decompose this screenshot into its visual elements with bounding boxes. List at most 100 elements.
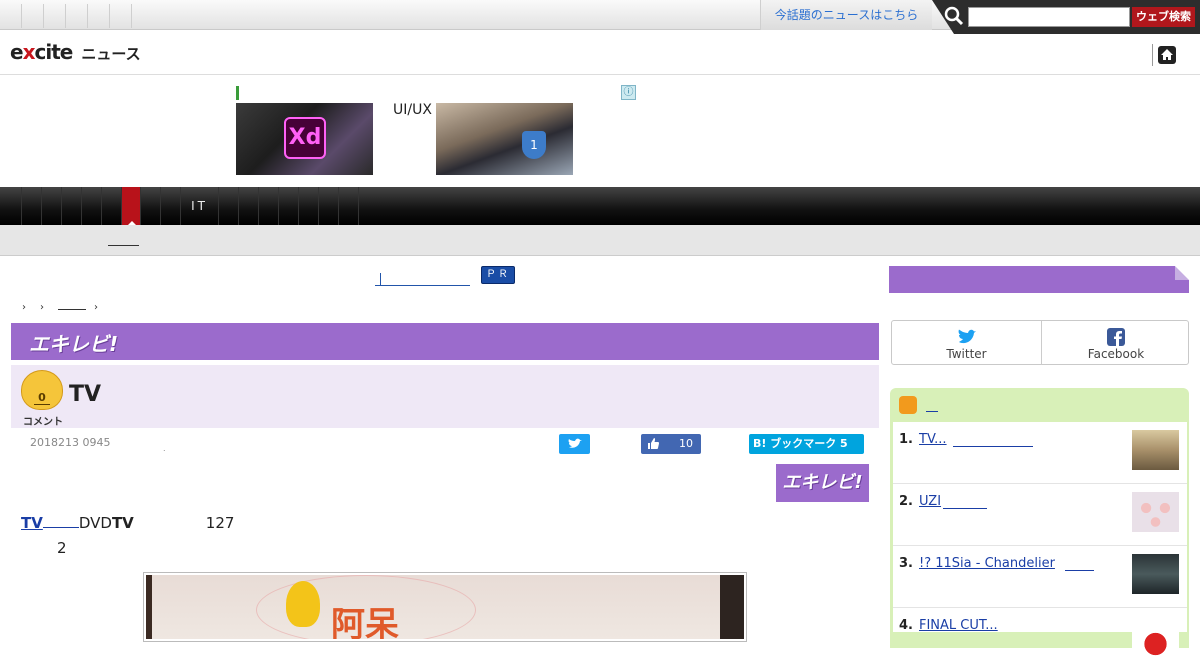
- web-search-button[interactable]: ウェブ検索: [1132, 7, 1195, 27]
- body-link-tv[interactable]: TV: [21, 514, 43, 532]
- ranking-link[interactable]: UZI: [919, 494, 941, 509]
- article-photo[interactable]: 阿呆: [143, 572, 747, 642]
- facebook-like-button[interactable]: 10: [641, 434, 701, 454]
- exciteReview-logo[interactable]: エキレビ!: [29, 328, 118, 357]
- ranking-thumbnail[interactable]: [1132, 430, 1179, 470]
- ad-marker: [236, 86, 239, 100]
- ranking-link[interactable]: !? 11Sia - Chandelier: [919, 556, 1055, 571]
- ranking-item[interactable]: 4. FINAL CUT...: [893, 608, 1187, 670]
- nav-item[interactable]: [319, 187, 339, 225]
- nav-item[interactable]: [22, 187, 42, 225]
- ad-image-xd[interactable]: Xd: [236, 103, 373, 175]
- hatena-bookmark-button[interactable]: B! ブックマーク 5: [749, 434, 864, 454]
- ranking-thumbnail[interactable]: [1132, 554, 1179, 594]
- ad-image-security[interactable]: 1: [436, 103, 573, 175]
- article-date: 2018213 0945: [30, 436, 111, 449]
- nav-item[interactable]: [239, 187, 259, 225]
- excite-news-logo[interactable]: excite ニュース: [10, 40, 141, 64]
- twitter-share-button[interactable]: [559, 434, 590, 454]
- breadcrumb: › › ›: [22, 301, 112, 313]
- photo-edge-left: [146, 575, 152, 639]
- pr-badge: ＰＲ: [481, 266, 515, 284]
- ranking-item[interactable]: 2. UZI: [893, 484, 1187, 546]
- ranking-link[interactable]: FINAL CUT...: [919, 618, 998, 633]
- shield-icon: 1: [522, 131, 546, 159]
- nav-item[interactable]: [62, 187, 82, 225]
- ranking-thumbnail[interactable]: [1132, 616, 1179, 656]
- ranking-title-link[interactable]: [926, 397, 938, 412]
- nav-item-active[interactable]: [122, 187, 141, 225]
- ad-label[interactable]: UI/UX: [393, 102, 432, 118]
- ranking-icon: [899, 396, 917, 414]
- nav-item[interactable]: [141, 187, 161, 225]
- trending-news-link[interactable]: 今話題のニュースはこちら: [760, 0, 932, 30]
- top-tab[interactable]: [66, 4, 88, 28]
- body-text-tv: TV: [111, 514, 134, 532]
- search-icon[interactable]: [944, 6, 964, 26]
- main-nav: IT: [0, 187, 1200, 225]
- search-input[interactable]: [968, 7, 1130, 27]
- top-tab[interactable]: [0, 4, 22, 28]
- share-box: Twitter Facebook: [891, 320, 1189, 365]
- top-tab[interactable]: [22, 4, 44, 28]
- nav-item[interactable]: [42, 187, 62, 225]
- ranking-thumbnail[interactable]: [1132, 492, 1179, 532]
- ranking-number: 3.: [899, 556, 913, 571]
- ranking-item[interactable]: 3. !? 11Sia - Chandelier: [893, 546, 1187, 608]
- nav-item[interactable]: [259, 187, 279, 225]
- facebook-icon: [1107, 328, 1125, 346]
- breadcrumb-separator: ›: [40, 302, 44, 313]
- article-meta-dot: .: [163, 444, 166, 453]
- article-body-line1: TV DVDTV 127: [21, 514, 234, 532]
- nav-item[interactable]: [161, 187, 181, 225]
- comment-count: 0: [38, 391, 46, 404]
- share-twitter[interactable]: Twitter: [892, 321, 1041, 365]
- top-tab[interactable]: [44, 4, 66, 28]
- nav-item[interactable]: [219, 187, 239, 225]
- exciteReview-badge[interactable]: エキレビ!: [776, 464, 869, 502]
- sub-nav: [0, 225, 1200, 256]
- top-tab[interactable]: [88, 4, 110, 28]
- body-link-gap[interactable]: [42, 514, 79, 528]
- top-tab[interactable]: [110, 4, 132, 28]
- ranking-list: 1. TV... 2. UZI 3. !? 11Sia - Chandelier…: [893, 422, 1187, 656]
- share-facebook[interactable]: Facebook: [1041, 321, 1190, 365]
- ranking-link-underline: [1065, 570, 1094, 571]
- breadcrumb-separator: ›: [94, 302, 98, 313]
- comment-label: コメント: [23, 417, 63, 428]
- share-facebook-label: Facebook: [1087, 347, 1145, 361]
- title-box: [11, 365, 879, 428]
- ranking-link[interactable]: TV...: [919, 432, 947, 447]
- nav-item[interactable]: [299, 187, 319, 225]
- logo-text-e: e: [10, 40, 24, 64]
- nav-item[interactable]: [339, 187, 359, 225]
- section-banner: エキレビ!: [11, 323, 879, 360]
- like-count: 10: [679, 437, 693, 450]
- twitter-icon: [568, 438, 582, 448]
- ranking-number: 4.: [899, 618, 913, 633]
- breadcrumb-link[interactable]: [58, 301, 86, 310]
- nav-item[interactable]: [82, 187, 102, 225]
- nav-item[interactable]: [102, 187, 122, 225]
- nav-item-it[interactable]: IT: [181, 187, 219, 225]
- nav-item[interactable]: [279, 187, 299, 225]
- logo-subtitle: ニュース: [81, 45, 141, 63]
- home-icon[interactable]: [1158, 46, 1176, 64]
- twitter-icon: [958, 329, 976, 344]
- ranking-number: 1.: [899, 432, 913, 447]
- sidebar-header: [889, 266, 1189, 293]
- nav-item[interactable]: [0, 187, 22, 225]
- ranking-number: 2.: [899, 494, 913, 509]
- adobe-xd-icon: Xd: [284, 117, 326, 159]
- photo-edge-right: [720, 575, 744, 639]
- logo-text-cite: cite: [34, 40, 73, 64]
- share-twitter-label: Twitter: [946, 347, 987, 361]
- home-glyph: [1161, 49, 1173, 60]
- ranking-link-underline: [943, 508, 987, 509]
- ranking-item[interactable]: 1. TV...: [893, 422, 1187, 484]
- pr-link[interactable]: [375, 270, 470, 286]
- comment-paw-icon[interactable]: 0: [21, 370, 63, 410]
- ad-info-icon[interactable]: ⓘ: [621, 85, 636, 100]
- subnav-active-link[interactable]: [108, 245, 139, 246]
- body-text-dvd: DVD: [78, 514, 112, 532]
